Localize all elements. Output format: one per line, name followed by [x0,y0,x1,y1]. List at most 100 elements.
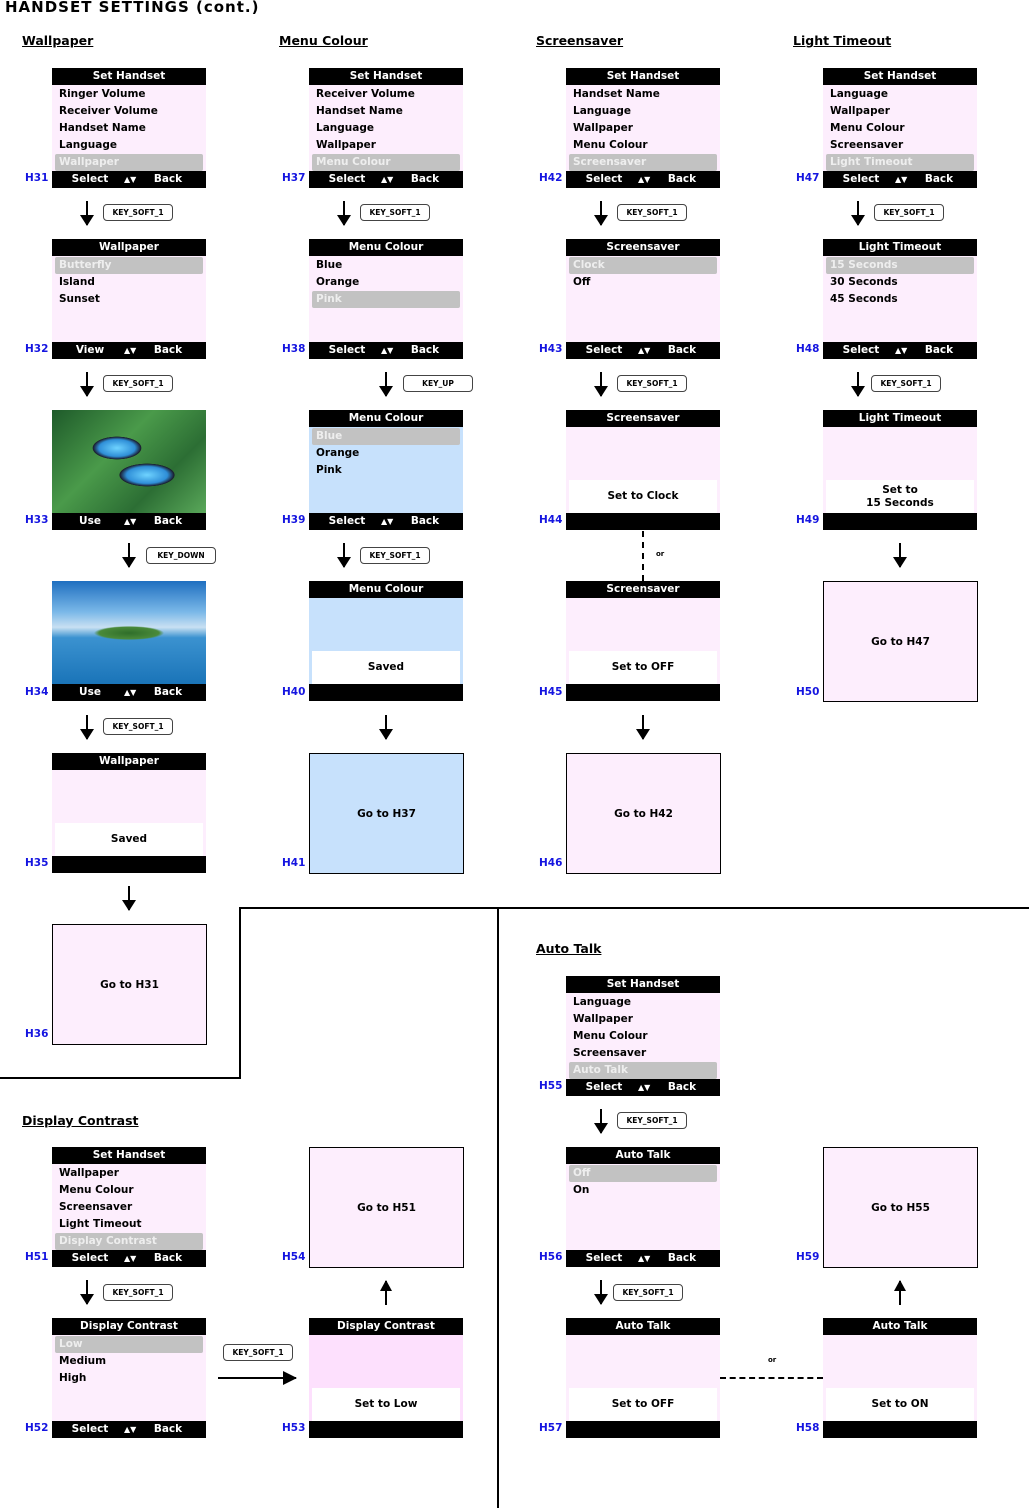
softkey-left[interactable]: Select [309,513,385,530]
flow-arrow-down-icon [80,372,94,397]
menu-item-selected[interactable]: Screensaver [569,154,717,171]
menu-item-selected[interactable]: Wallpaper [55,154,203,171]
menu-item[interactable]: Receiver Volume [312,86,460,103]
softkey-right[interactable]: Back [387,513,463,530]
section-title-menu-colour: Menu Colour [279,33,368,48]
softkey-right[interactable]: Back [644,1250,720,1267]
screen-h55: Set Handset Language Wallpaper Menu Colo… [566,976,720,1096]
softkey-right[interactable]: Back [130,342,206,359]
menu-item[interactable]: Screensaver [826,137,974,154]
softkey-left[interactable]: Use [52,513,128,530]
screen-title: Set Handset [309,68,463,85]
softkey-left[interactable]: View [52,342,128,359]
section-title-screensaver: Screensaver [536,33,624,48]
softkey-right[interactable]: Back [130,1421,206,1438]
menu-item-selected[interactable]: Butterfly [55,257,203,274]
menu-item[interactable]: Wallpaper [826,103,974,120]
flow-arrow-down-icon [851,201,865,226]
softkey-left[interactable]: Select [52,1250,128,1267]
menu-item-selected[interactable]: Clock [569,257,717,274]
menu-item[interactable]: 30 Seconds [826,274,974,291]
status-message: Saved [312,651,460,684]
menu-item-selected[interactable]: Light Timeout [826,154,974,171]
status-message: Set to OFF [569,651,717,684]
menu-item[interactable]: Language [55,137,203,154]
screen-h42: Set Handset Handset Name Language Wallpa… [566,68,720,188]
menu-item[interactable]: Island [55,274,203,291]
softkey-right[interactable]: Back [644,342,720,359]
menu-item[interactable]: Off [569,274,717,291]
menu-item[interactable]: On [569,1182,717,1199]
softkey-left[interactable]: Select [823,342,899,359]
softkey-left[interactable]: Select [566,1250,642,1267]
menu-item-selected[interactable]: 15 Seconds [826,257,974,274]
softkey-left[interactable]: Use [52,684,128,701]
menu-item-selected[interactable]: Display Contrast [55,1233,203,1250]
softkey-right[interactable]: Back [130,684,206,701]
softkey-left[interactable]: Select [52,171,128,188]
screen-id-label: H56 [539,1251,563,1263]
softkey-left[interactable]: Select [566,171,642,188]
softkey-right[interactable]: Back [644,171,720,188]
status-message: Set to OFF [569,1388,717,1421]
softkey-left[interactable]: Select [566,342,642,359]
softkey-left[interactable]: Select [52,1421,128,1438]
menu-item[interactable]: Wallpaper [569,1011,717,1028]
menu-item[interactable]: Ringer Volume [55,86,203,103]
screen-id-label: H50 [796,686,820,698]
softkey-right[interactable]: Back [387,342,463,359]
menu-item[interactable]: Wallpaper [55,1165,203,1182]
softkey-right[interactable]: Back [644,1079,720,1096]
menu-item[interactable]: Menu Colour [826,120,974,137]
menu-item[interactable]: Language [312,120,460,137]
softkey-right[interactable]: Back [130,513,206,530]
menu-item[interactable]: Handset Name [55,120,203,137]
screen-id-label: H59 [796,1251,820,1263]
menu-item[interactable]: Pink [312,462,460,479]
menu-item[interactable]: Blue [312,257,460,274]
menu-item[interactable]: Sunset [55,291,203,308]
menu-item-selected[interactable]: Menu Colour [312,154,460,171]
softkey-left[interactable]: Select [309,342,385,359]
menu-item[interactable]: 45 Seconds [826,291,974,308]
menu-item[interactable]: Language [569,103,717,120]
softkey-left[interactable]: Select [309,171,385,188]
softkey-right[interactable]: Back [130,171,206,188]
screen-id-label: H41 [282,857,306,869]
softkey-right[interactable]: Back [130,1250,206,1267]
screen-id-label: H52 [25,1422,49,1434]
menu-item[interactable]: Menu Colour [569,1028,717,1045]
menu-item[interactable]: Light Timeout [55,1216,203,1233]
menu-item[interactable]: Wallpaper [312,137,460,154]
menu-item[interactable]: Menu Colour [569,137,717,154]
menu-item[interactable]: Language [826,86,974,103]
menu-item-selected[interactable]: Blue [312,428,460,445]
menu-item[interactable]: Orange [312,274,460,291]
softkey-left[interactable]: Select [823,171,899,188]
or-label: or [768,1356,777,1364]
softkey-right[interactable]: Back [901,342,977,359]
menu-item[interactable]: High [55,1370,203,1387]
key-label: KEY_SOFT_1 [103,718,173,735]
softkey-right[interactable]: Back [901,171,977,188]
menu-item[interactable]: Screensaver [55,1199,203,1216]
menu-item[interactable]: Handset Name [312,103,460,120]
menu-item[interactable]: Menu Colour [55,1182,203,1199]
flow-arrow-right-icon [218,1371,297,1385]
flow-arrow-down-icon [636,715,650,740]
menu-item[interactable]: Handset Name [569,86,717,103]
menu-item-selected[interactable]: Off [569,1165,717,1182]
menu-item[interactable]: Receiver Volume [55,103,203,120]
menu-item[interactable]: Orange [312,445,460,462]
screen-id-label: H49 [796,514,820,526]
menu-item[interactable]: Medium [55,1353,203,1370]
key-label: KEY_SOFT_1 [617,1112,687,1129]
softkey-right[interactable]: Back [387,171,463,188]
menu-item-selected[interactable]: Auto Talk [569,1062,717,1079]
menu-item[interactable]: Wallpaper [569,120,717,137]
menu-item-selected[interactable]: Pink [312,291,460,308]
menu-item-selected[interactable]: Low [55,1336,203,1353]
softkey-left[interactable]: Select [566,1079,642,1096]
menu-item[interactable]: Screensaver [569,1045,717,1062]
menu-item[interactable]: Language [569,994,717,1011]
